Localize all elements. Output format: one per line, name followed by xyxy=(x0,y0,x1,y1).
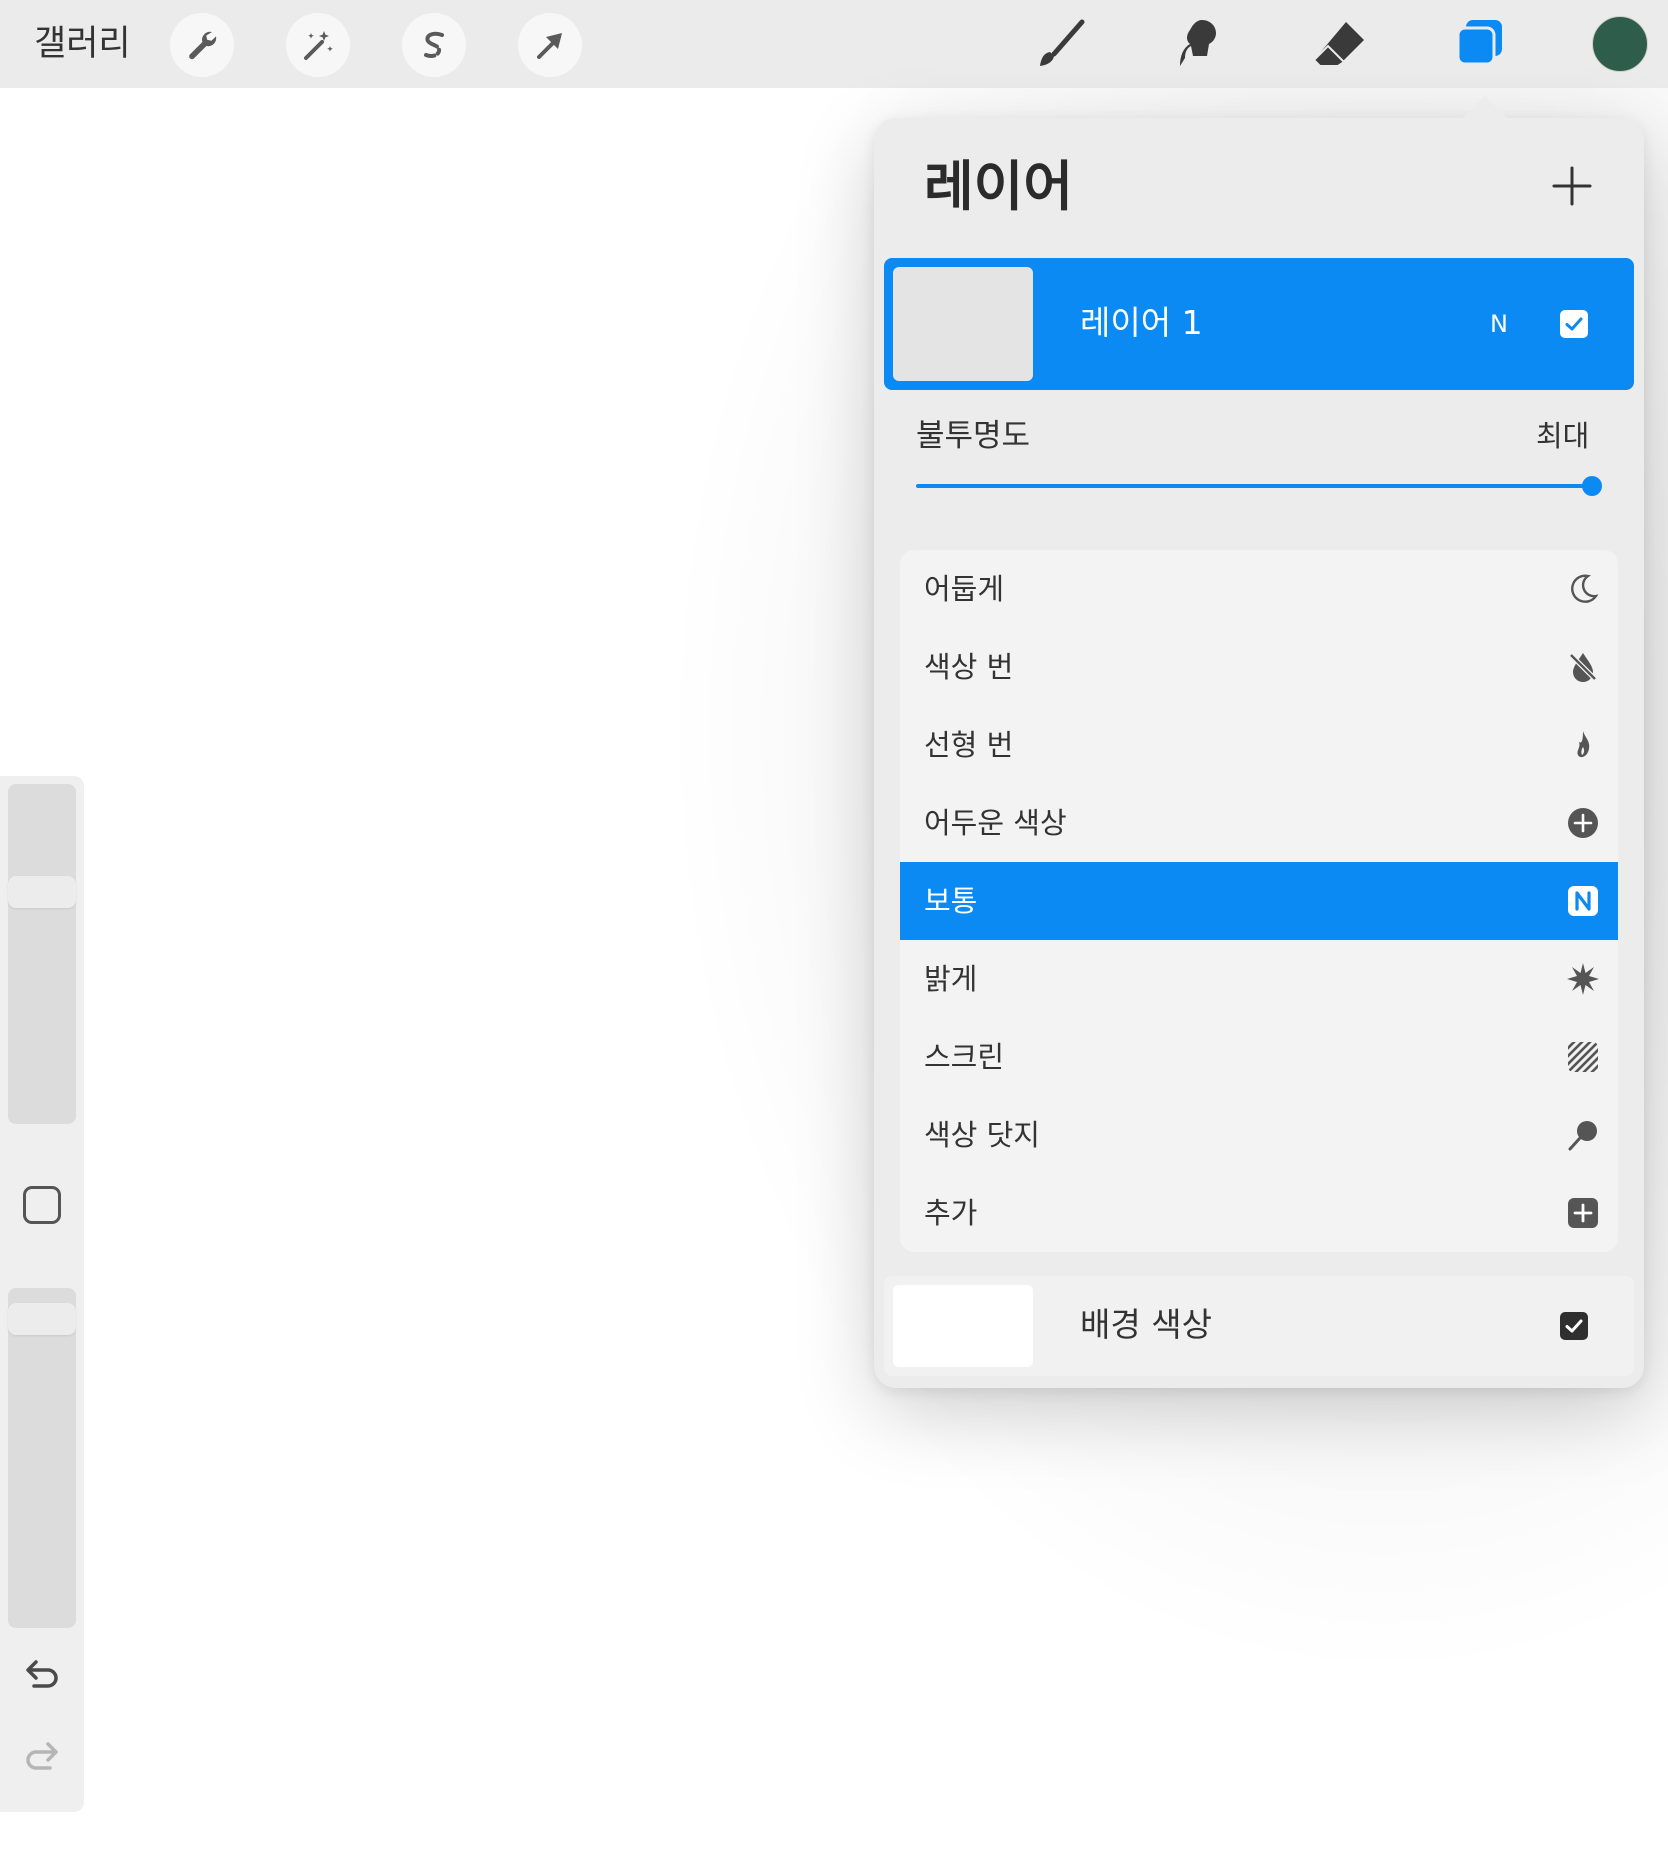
blend-mode-item[interactable]: 보통 xyxy=(900,862,1618,940)
eraser-icon[interactable] xyxy=(1306,12,1372,78)
blend-mode-item[interactable]: 스크린 xyxy=(900,1018,1618,1096)
blend-mode-label: 어두운 색상 xyxy=(924,806,1067,840)
burn-drop-icon xyxy=(1566,650,1600,684)
background-thumbnail[interactable] xyxy=(893,1285,1033,1367)
blend-mode-list: 어둡게색상 번선형 번어두운 색상보통밝게스크린색상 닷지추가 xyxy=(900,550,1618,1252)
blend-mode-label: 색상 닷지 xyxy=(924,1118,1040,1152)
background-color-row[interactable]: 배경 색상 xyxy=(884,1276,1634,1376)
blend-mode-label: 어둡게 xyxy=(924,572,1005,606)
modify-square-icon[interactable] xyxy=(23,1186,61,1224)
current-color-swatch[interactable] xyxy=(1592,16,1648,72)
layer-blend-mode-button[interactable]: N xyxy=(1490,302,1508,346)
blend-mode-label: 추가 xyxy=(924,1196,978,1230)
panel-title: 레이어 xyxy=(924,155,1074,218)
selection-s-icon[interactable] xyxy=(402,13,466,77)
layer-name[interactable]: 레이어 1 xyxy=(1080,298,1203,348)
wrench-icon[interactable] xyxy=(170,13,234,77)
redo-icon[interactable] xyxy=(20,1738,64,1782)
transform-arrow-icon[interactable] xyxy=(518,13,582,77)
dodge-lollipop-icon xyxy=(1566,1118,1600,1152)
blend-mode-item[interactable]: 선형 번 xyxy=(900,706,1618,784)
check-icon xyxy=(1565,1319,1583,1333)
undo-icon[interactable] xyxy=(20,1656,64,1700)
opacity-slider-track[interactable] xyxy=(916,484,1594,488)
gallery-button[interactable]: 갤러리 xyxy=(34,20,131,68)
blend-mode-item[interactable]: 어둡게 xyxy=(900,550,1618,628)
top-toolbar: 갤러리 xyxy=(0,0,1668,88)
panel-pointer-arrow xyxy=(1461,96,1509,120)
layer-visibility-checkbox[interactable] xyxy=(1560,310,1588,338)
blend-mode-item[interactable]: 어두운 색상 xyxy=(900,784,1618,862)
blend-mode-label: 색상 번 xyxy=(924,650,1014,684)
layers-icon[interactable] xyxy=(1446,12,1512,78)
plus-square-icon xyxy=(1566,1196,1600,1230)
moon-icon xyxy=(1566,572,1600,606)
layer-row[interactable]: 레이어 1 N xyxy=(884,258,1634,390)
brush-opacity-slider[interactable] xyxy=(8,1288,76,1628)
blend-mode-item[interactable]: 색상 번 xyxy=(900,628,1618,706)
blend-mode-item[interactable]: 밝게 xyxy=(900,940,1618,1018)
check-icon xyxy=(1565,317,1583,331)
flame-icon xyxy=(1566,728,1600,762)
hatch-icon xyxy=(1566,1040,1600,1074)
blend-mode-item[interactable]: 추가 xyxy=(900,1174,1618,1252)
smudge-icon[interactable] xyxy=(1166,12,1232,78)
blend-mode-label: 스크린 xyxy=(924,1040,1005,1074)
brush-icon[interactable] xyxy=(1028,12,1094,78)
brush-size-thumb[interactable] xyxy=(8,876,76,909)
background-color-label[interactable]: 배경 색상 xyxy=(1080,1300,1212,1350)
sun-burst-icon xyxy=(1566,962,1600,996)
magic-wand-icon[interactable] xyxy=(286,13,350,77)
brush-size-slider[interactable] xyxy=(8,784,76,1124)
opacity-slider-knob[interactable] xyxy=(1582,476,1602,496)
blend-mode-label: 보통 xyxy=(924,884,978,918)
opacity-value: 최대 xyxy=(1536,419,1590,453)
blend-mode-label: 선형 번 xyxy=(924,728,1014,762)
n-badge-icon xyxy=(1566,884,1600,918)
opacity-label: 불투명도 xyxy=(916,418,1031,454)
layer-thumbnail[interactable] xyxy=(893,267,1033,381)
brush-opacity-thumb[interactable] xyxy=(8,1303,76,1336)
blend-mode-item[interactable]: 색상 닷지 xyxy=(900,1096,1618,1174)
background-visibility-checkbox[interactable] xyxy=(1560,1312,1588,1340)
blend-mode-label: 밝게 xyxy=(924,962,978,996)
plus-circle-icon xyxy=(1566,806,1600,840)
plus-icon[interactable] xyxy=(1550,164,1594,208)
